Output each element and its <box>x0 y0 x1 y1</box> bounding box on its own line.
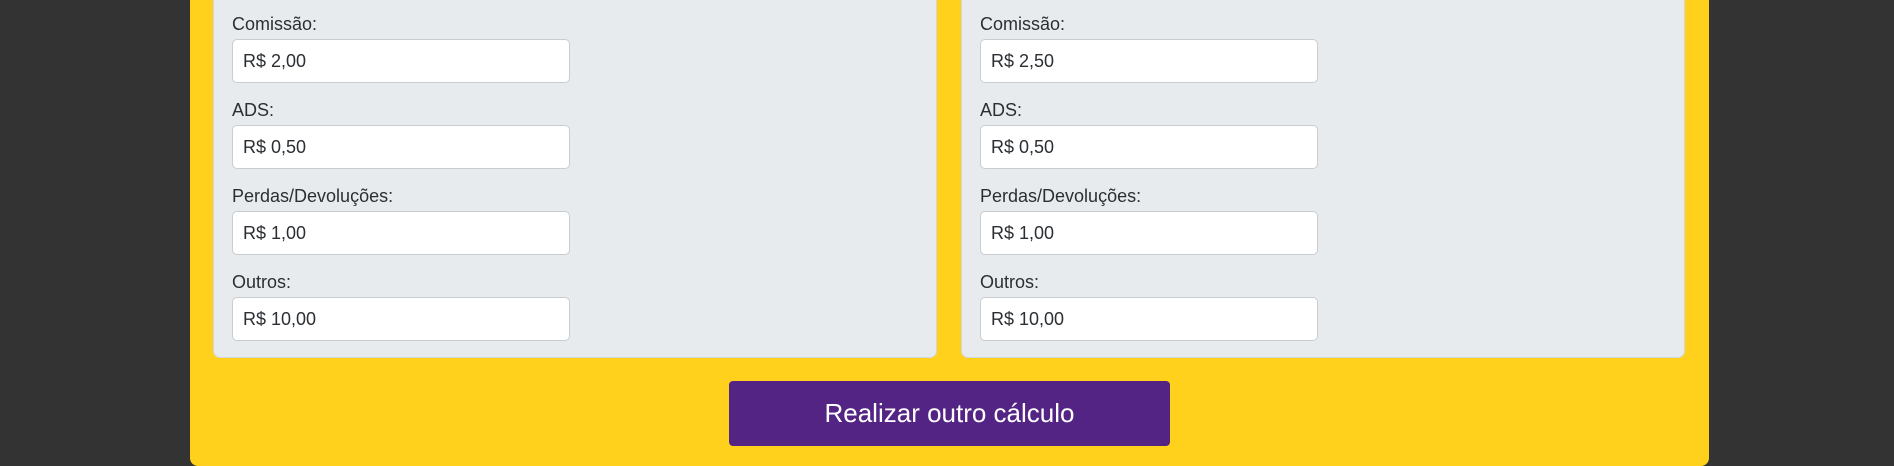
commission-label: Comissão: <box>232 14 318 34</box>
commission-input[interactable] <box>232 39 570 83</box>
recalculate-button[interactable]: Realizar outro cálculo <box>729 381 1170 446</box>
others-label: Outros: <box>232 272 292 292</box>
losses-returns-label: Perdas/Devoluções: <box>980 186 1142 206</box>
losses-returns-label: Perdas/Devoluções: <box>232 186 394 206</box>
commission-label: Comissão: <box>980 14 1066 34</box>
others-label: Outros: <box>980 272 1040 292</box>
calculator-panel: Comissão: ADS: Perdas/Devoluções: Outros… <box>190 0 1709 466</box>
losses-returns-input[interactable] <box>980 211 1318 255</box>
ads-input[interactable] <box>232 125 570 169</box>
cost-card-right: Comissão: ADS: Perdas/Devoluções: Outros… <box>961 0 1685 358</box>
ads-input[interactable] <box>980 125 1318 169</box>
cost-card-left: Comissão: ADS: Perdas/Devoluções: Outros… <box>213 0 937 358</box>
commission-input[interactable] <box>980 39 1318 83</box>
others-input[interactable] <box>980 297 1318 341</box>
ads-label: ADS: <box>232 100 275 120</box>
others-input[interactable] <box>232 297 570 341</box>
ads-label: ADS: <box>980 100 1023 120</box>
losses-returns-input[interactable] <box>232 211 570 255</box>
